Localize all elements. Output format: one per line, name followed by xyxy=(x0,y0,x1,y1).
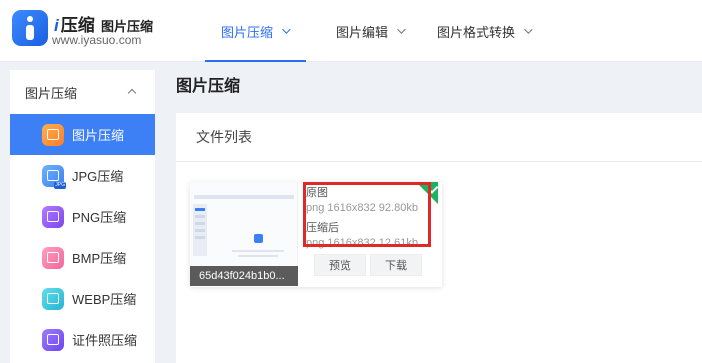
panel-title: 文件列表 xyxy=(176,113,702,162)
download-button[interactable]: 下载 xyxy=(370,254,422,276)
nav-label: 图片格式转换 xyxy=(437,24,516,40)
webp-icon xyxy=(42,287,64,310)
sidebar-group-label: 图片压缩 xyxy=(25,85,78,101)
sidebar-item-id-photo[interactable]: 证件照压缩 xyxy=(10,319,155,360)
nav-image-edit[interactable]: 图片编辑 xyxy=(320,0,421,62)
bmp-icon xyxy=(42,246,64,269)
sidebar-item-webp[interactable]: WEBP压缩 xyxy=(10,278,155,319)
page-title: 图片压缩 xyxy=(176,78,241,95)
sidebar-item-image-compress[interactable]: 图片压缩 xyxy=(10,114,155,155)
file-name: 65d43f024b1b0... xyxy=(190,266,298,286)
highlight-annotation-box xyxy=(303,182,431,247)
sidebar: 图片压缩 图片压缩 JPG JPG压缩 PNG压缩 BMP压缩 WEBP压缩 证… xyxy=(10,70,155,363)
sidebar-item-bmp[interactable]: BMP压缩 xyxy=(10,237,155,278)
sidebar-item-png[interactable]: PNG压缩 xyxy=(10,196,155,237)
nav-image-compress[interactable]: 图片压缩 xyxy=(205,0,307,62)
sidebar-item-label: WEBP压缩 xyxy=(72,292,137,307)
chevron-down-icon xyxy=(524,25,533,34)
chevron-down-icon xyxy=(282,25,291,34)
file-list-panel: 文件列表 65d43f024b1b0... 原图 png 1616x832 92… xyxy=(176,113,702,363)
png-icon xyxy=(42,205,64,228)
nav-label: 图片编辑 xyxy=(336,24,389,40)
chevron-up-icon xyxy=(127,88,137,98)
logo-url: www.iyasuo.com xyxy=(52,33,142,47)
nav-label: 图片压缩 xyxy=(221,24,274,40)
jpg-icon: JPG xyxy=(42,164,66,189)
sidebar-item-label: 图片压缩 xyxy=(72,128,125,143)
sidebar-item-label: PNG压缩 xyxy=(72,210,127,225)
sidebar-item-label: 证件照压缩 xyxy=(72,333,138,348)
sidebar-item-label: BMP压缩 xyxy=(72,251,127,266)
image-compress-icon xyxy=(42,123,64,146)
top-header: i 压缩 图片压缩 www.iyasuo.com 图片压缩 图片编辑 图片格式转换 xyxy=(0,0,702,62)
id-photo-icon xyxy=(42,328,64,351)
jpg-icon-tag: JPG xyxy=(54,181,66,189)
sidebar-item-label: JPG压缩 xyxy=(72,169,124,184)
logo-icon xyxy=(12,10,48,46)
nav-format-convert[interactable]: 图片格式转换 xyxy=(421,0,548,62)
sidebar-group-image-compress[interactable]: 图片压缩 xyxy=(10,70,155,114)
preview-button[interactable]: 预览 xyxy=(314,254,366,276)
sidebar-item-jpg[interactable]: JPG JPG压缩 xyxy=(10,155,155,196)
main-nav: 图片压缩 图片编辑 图片格式转换 xyxy=(205,0,548,62)
chevron-down-icon xyxy=(397,25,406,34)
